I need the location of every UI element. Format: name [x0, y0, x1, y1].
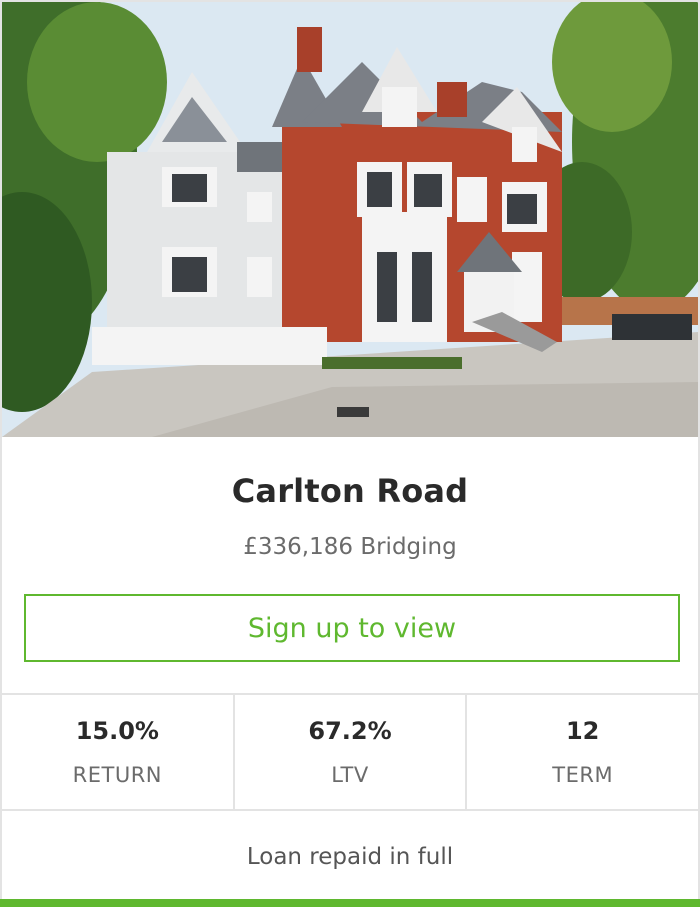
- stat-return-value: 15.0%: [75, 717, 159, 745]
- stat-ltv-value: 67.2%: [308, 717, 392, 745]
- stats-row: 15.0% RETURN 67.2% LTV 12 TERM: [2, 693, 698, 811]
- status-progress-bar: [0, 899, 700, 907]
- stat-return: 15.0% RETURN: [2, 695, 235, 809]
- stat-return-label: RETURN: [72, 763, 163, 787]
- sign-up-button[interactable]: Sign up to view: [24, 594, 680, 662]
- listing-card[interactable]: Carlton Road £336,186 Bridging Sign up t…: [0, 0, 700, 907]
- loan-status: Loan repaid in full: [246, 844, 454, 870]
- listing-amount: £336,186 Bridging: [243, 534, 457, 560]
- stat-ltv: 67.2% LTV: [235, 695, 468, 809]
- stat-term-value: 12: [565, 717, 600, 745]
- stat-term-label: TERM: [552, 763, 614, 787]
- stat-ltv-label: LTV: [331, 763, 369, 787]
- stat-term: 12 TERM: [467, 695, 698, 809]
- property-photo[interactable]: [2, 2, 698, 437]
- listing-title: Carlton Road: [231, 472, 469, 510]
